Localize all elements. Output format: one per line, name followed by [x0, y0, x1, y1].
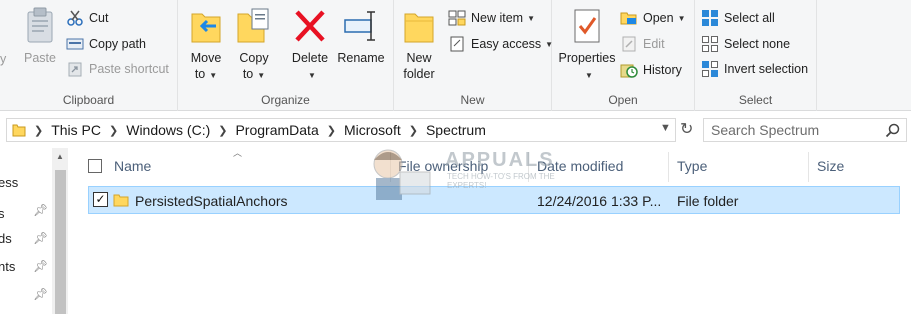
breadcrumb-programdata[interactable]: ProgramData — [235, 122, 318, 138]
delete-x-icon — [292, 6, 328, 46]
watermark-brand: APPUALS — [445, 149, 555, 171]
organize-group: Move to ▼ Copy to ▼ Delete ▼ Rename Orga… — [178, 0, 394, 111]
breadcrumb-separator-icon[interactable]: ❯ — [409, 124, 418, 137]
properties-button[interactable]: Properties ▼ — [556, 6, 618, 84]
copy-to-folder-icon — [236, 6, 272, 46]
copy-path-icon — [66, 36, 84, 52]
column-header-name[interactable]: Name — [114, 158, 151, 174]
cut-button[interactable]: Cut — [66, 8, 108, 28]
breadcrumb-spectrum[interactable]: Spectrum — [426, 122, 486, 138]
properties-dropdown-icon: ▼ — [585, 71, 593, 80]
breadcrumb-separator-icon[interactable]: ❯ — [34, 124, 43, 137]
nav-item-downloads-2[interactable]: ds — [0, 231, 12, 246]
history-button[interactable]: History — [620, 60, 682, 80]
history-clock-icon — [620, 62, 638, 78]
pin-icon[interactable]: 📌︎ — [33, 287, 48, 301]
clipboard-group-label: Clipboard — [62, 93, 115, 107]
scissors-icon — [66, 10, 84, 26]
pin-icon[interactable]: 📌︎ — [33, 259, 48, 273]
open-group-label: Open — [608, 93, 638, 107]
invert-selection-icon — [701, 61, 719, 77]
copy-to-dropdown-icon: ▼ — [257, 71, 266, 80]
refresh-icon[interactable]: ↻ — [680, 119, 693, 139]
open-dropdown-icon: ▼ — [677, 13, 686, 23]
scroll-thumb[interactable] — [55, 170, 66, 314]
breadcrumb-separator-icon[interactable]: ❯ — [218, 124, 227, 137]
nav-item-downloads[interactable]: s — [0, 206, 5, 221]
nav-scrollbar[interactable]: ▲ — [52, 148, 68, 314]
breadcrumb-this-pc[interactable]: This PC — [51, 122, 101, 138]
properties-checkmark-icon — [569, 6, 605, 46]
navigation-pane: ess s ds nts 📌︎ 📌︎ 📌︎ 📌︎ ▲ — [0, 148, 70, 314]
breadcrumb-microsoft[interactable]: Microsoft — [344, 122, 401, 138]
easy-access-icon — [448, 36, 466, 52]
watermark-tagline: TECH HOW-TO'S FROM THE EXPERTS! — [447, 172, 555, 190]
nav-item-quick-access[interactable]: ess — [0, 175, 18, 190]
delete-dropdown-icon: ▼ — [308, 71, 316, 80]
select-none-icon — [701, 36, 719, 52]
invert-selection-button[interactable]: Invert selection — [701, 59, 808, 79]
clipboard-icon — [22, 6, 58, 46]
new-folder-button[interactable]: New folder — [398, 6, 440, 82]
column-divider[interactable] — [390, 152, 391, 182]
delete-button[interactable]: Delete ▼ — [288, 6, 332, 84]
column-header-type[interactable]: Type — [677, 158, 707, 174]
pin-icon[interactable]: 📌︎ — [33, 231, 48, 245]
rename-icon — [343, 6, 379, 46]
scroll-up-icon[interactable]: ▲ — [52, 152, 68, 161]
nav-item-documents[interactable]: nts — [0, 259, 15, 274]
clipboard-group: y Paste Cut Copy path Paste shortcut Cli… — [0, 0, 178, 111]
paste-shortcut-icon — [66, 61, 84, 77]
open-folder-icon — [620, 10, 638, 26]
new-item-dropdown-icon: ▼ — [527, 13, 536, 23]
column-header-size[interactable]: Size — [817, 158, 844, 174]
file-type: File folder — [677, 193, 739, 209]
search-icon[interactable] — [885, 123, 900, 141]
open-group: Properties ▼ Open ▼ Edit History Open — [552, 0, 695, 111]
rename-button[interactable]: Rename — [336, 6, 386, 66]
breadcrumb[interactable]: ❯ This PC ❯ Windows (C:) ❯ ProgramData ❯… — [6, 118, 676, 142]
select-none-button[interactable]: Select none — [701, 34, 790, 54]
copy-path-button[interactable]: Copy path — [66, 34, 146, 54]
new-item-icon — [448, 10, 466, 26]
row-checkbox-checkmark-icon[interactable]: ✓ — [93, 192, 108, 207]
folder-icon — [12, 123, 26, 137]
move-to-folder-icon — [188, 6, 224, 46]
table-row[interactable]: ✓ PersistedSpatialAnchors 12/24/2016 1:3… — [88, 186, 900, 214]
new-folder-icon — [401, 6, 437, 46]
select-all-checkbox[interactable] — [88, 159, 102, 173]
select-all-icon — [701, 10, 719, 26]
file-date-modified: 12/24/2016 1:33 P... — [537, 193, 662, 209]
pin-icon[interactable]: 📌︎ — [33, 203, 48, 217]
edit-button[interactable]: Edit — [620, 34, 665, 54]
open-button[interactable]: Open ▼ — [620, 8, 686, 28]
file-name[interactable]: PersistedSpatialAnchors — [135, 193, 288, 209]
folder-icon — [113, 192, 129, 213]
copy-to-button[interactable]: Copy to ▼ — [234, 6, 274, 84]
select-all-button[interactable]: Select all — [701, 8, 775, 28]
address-bar-row: ❯ This PC ❯ Windows (C:) ❯ ProgramData ❯… — [0, 113, 911, 147]
breadcrumb-windows-c[interactable]: Windows (C:) — [126, 122, 210, 138]
ribbon: y Paste Cut Copy path Paste shortcut Cli… — [0, 0, 911, 111]
address-history-chevron-down-icon[interactable]: ▼ — [660, 122, 671, 134]
sort-ascending-icon: ︿ — [233, 148, 243, 158]
select-group-label: Select — [738, 93, 773, 107]
column-divider[interactable] — [808, 152, 809, 182]
paste-shortcut-button[interactable]: Paste shortcut — [66, 59, 169, 79]
breadcrumb-separator-icon[interactable]: ❯ — [327, 124, 336, 137]
new-group-label: New — [460, 93, 485, 107]
column-divider[interactable] — [668, 152, 669, 182]
pin-to-quick-access-fragment[interactable]: y — [0, 52, 6, 66]
move-to-dropdown-icon: ▼ — [209, 71, 218, 80]
new-item-button[interactable]: New item ▼ — [448, 8, 535, 28]
select-group: Select all Select none Invert selection … — [695, 0, 817, 111]
new-group: New folder New item ▼ Easy access ▼ New — [394, 0, 553, 111]
easy-access-button[interactable]: Easy access ▼ — [448, 34, 553, 54]
breadcrumb-separator-icon[interactable]: ❯ — [109, 124, 118, 137]
paste-button[interactable]: Paste — [20, 6, 60, 66]
edit-icon — [620, 36, 638, 52]
organize-group-label: Organize — [261, 93, 310, 107]
move-to-button[interactable]: Move to ▼ — [184, 6, 228, 84]
search-input[interactable]: Search Spectrum — [703, 118, 907, 142]
